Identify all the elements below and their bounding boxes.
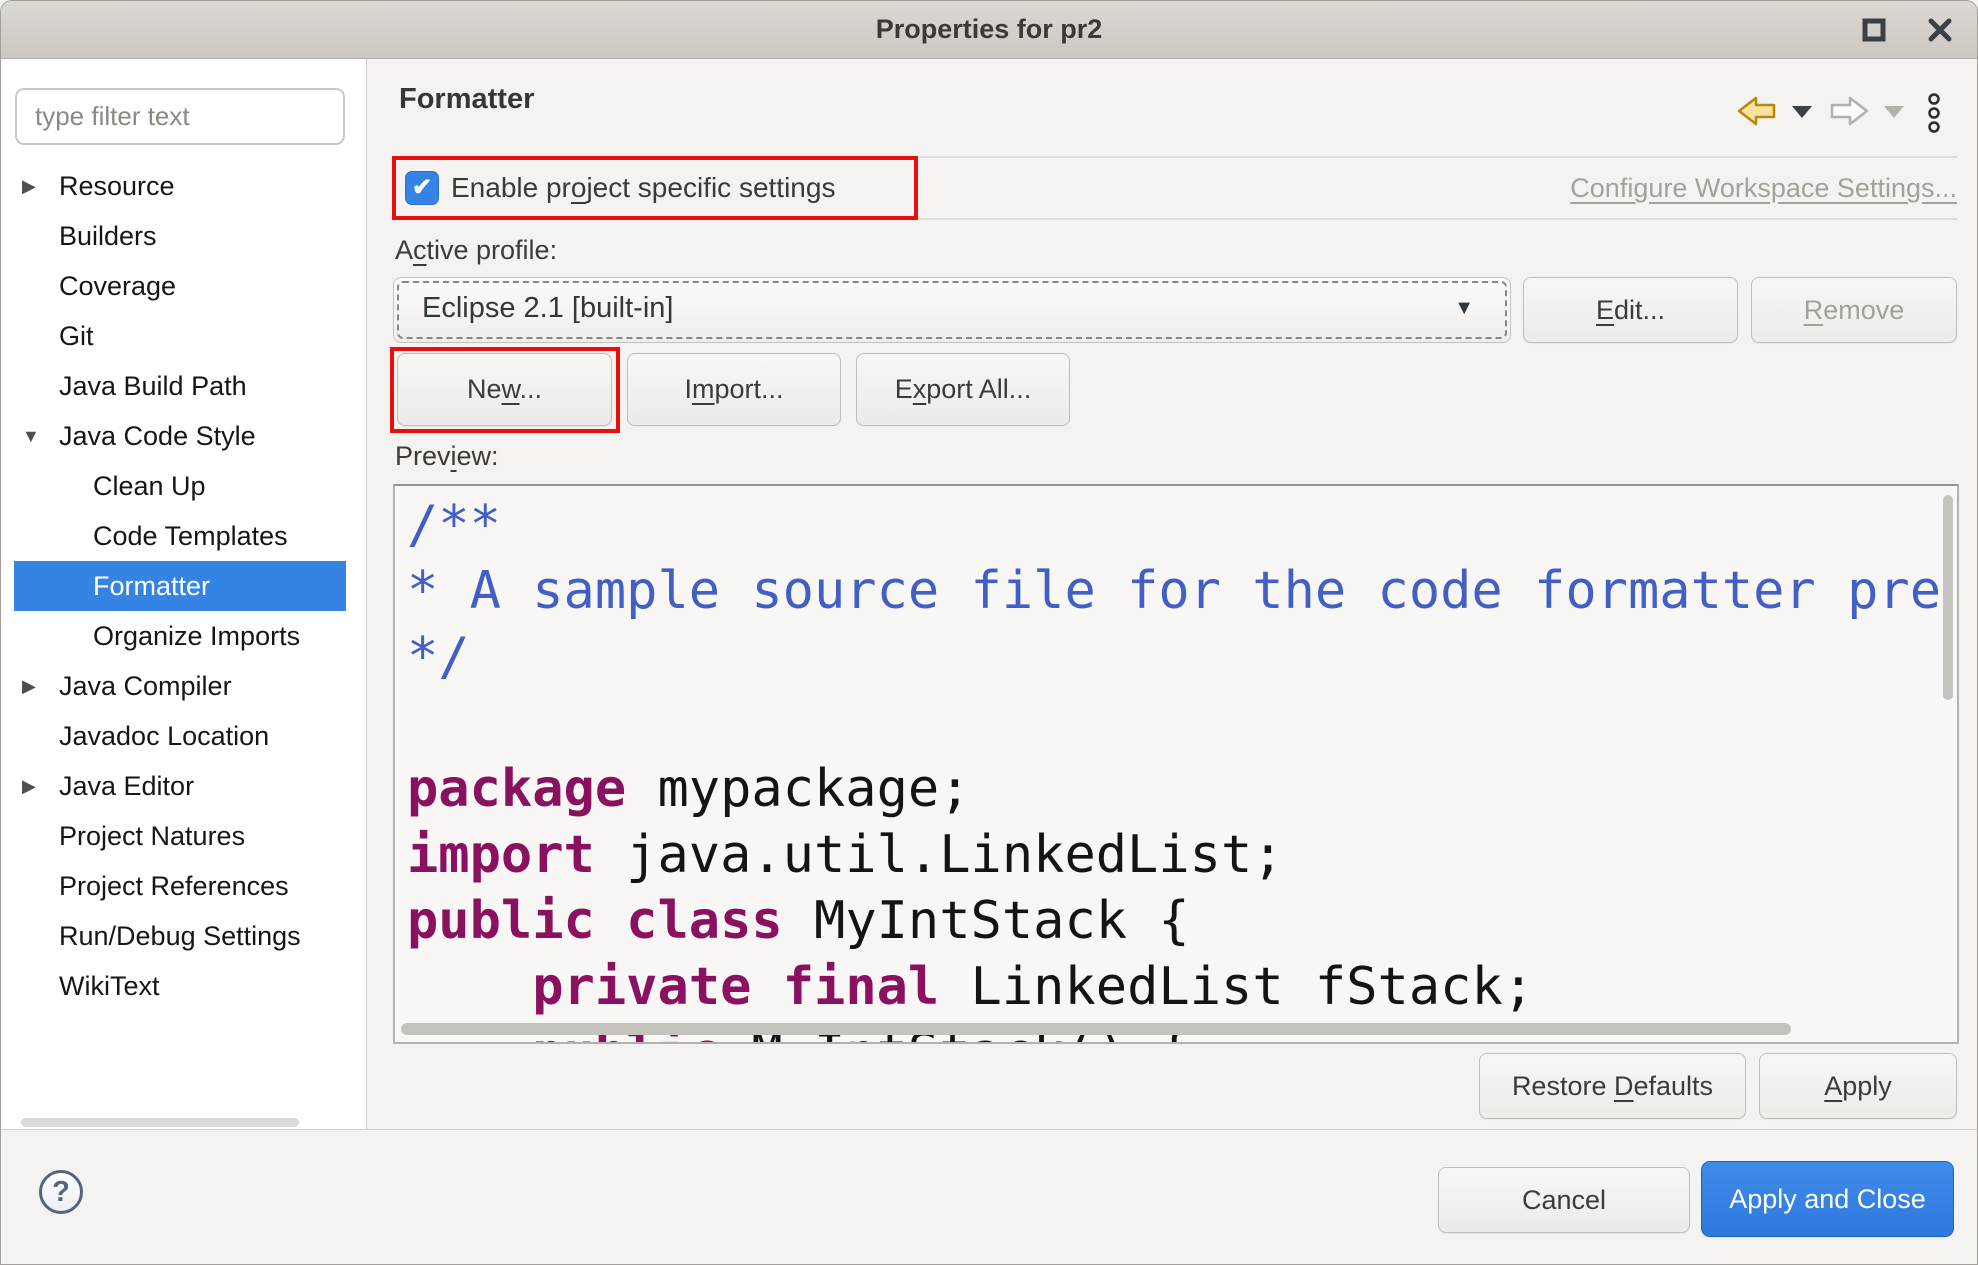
properties-dialog: Properties for pr2 ▶ Resource Builders Cove… bbox=[0, 0, 1978, 1265]
sidebar-item-label: Resource bbox=[59, 171, 175, 202]
apply-button[interactable]: Apply bbox=[1759, 1053, 1957, 1119]
formatter-page: Formatter ✔ Enable project specif bbox=[368, 59, 1978, 1129]
sidebar-item-builders[interactable]: Builders bbox=[14, 211, 346, 261]
close-icon[interactable] bbox=[1925, 15, 1955, 45]
remove-button[interactable]: Remove bbox=[1751, 277, 1957, 343]
preferences-tree: ▶ Resource Builders Coverage Git Java Build P… bbox=[14, 161, 346, 1011]
code-line: private final LinkedList fStack; bbox=[407, 954, 1941, 1020]
chevron-expanded-icon[interactable]: ▼ bbox=[22, 426, 52, 447]
code-line: package mypackage; bbox=[407, 756, 1941, 822]
sidebar-item-java-build-path[interactable]: Java Build Path bbox=[14, 361, 346, 411]
sidebar-item-label: Java Build Path bbox=[59, 371, 247, 402]
enable-project-specific-label[interactable]: Enable project specific settings bbox=[451, 172, 835, 204]
sidebar-item-wikitext[interactable]: WikiText bbox=[14, 961, 346, 1011]
group-separator-top bbox=[393, 156, 1957, 158]
sidebar-item-project-references[interactable]: Project References bbox=[14, 861, 346, 911]
cancel-button[interactable]: Cancel bbox=[1438, 1167, 1690, 1233]
sidebar-item-label: Organize Imports bbox=[93, 621, 300, 652]
sidebar-item-java-editor[interactable]: ▶ Java Editor bbox=[14, 761, 346, 811]
enable-project-specific-checkbox[interactable]: ✔ bbox=[405, 171, 439, 205]
help-icon[interactable]: ? bbox=[39, 1170, 83, 1214]
sidebar-item-label: Git bbox=[59, 321, 94, 352]
sidebar-item-run-debug-settings[interactable]: Run/Debug Settings bbox=[14, 911, 346, 961]
sidebar-item-label: WikiText bbox=[59, 971, 160, 1002]
preview-label: Preview: bbox=[395, 441, 499, 472]
active-profile-value: Eclipse 2.1 [built-in] bbox=[422, 278, 673, 338]
code-line: public class MyIntStack { bbox=[407, 888, 1941, 954]
filter-input[interactable] bbox=[15, 88, 345, 145]
chevron-collapsed-icon[interactable]: ▶ bbox=[22, 176, 52, 197]
sidebar-item-label: Builders bbox=[59, 221, 157, 252]
new-button[interactable]: New... bbox=[397, 353, 612, 426]
sidebar-item-label: Java Compiler bbox=[59, 671, 232, 702]
sidebar-item-label: Project Natures bbox=[59, 821, 245, 852]
sidebar-item-resource[interactable]: ▶ Resource bbox=[14, 161, 346, 211]
sidebar-item-label: Javadoc Location bbox=[59, 721, 269, 752]
sidebar-item-label: Formatter bbox=[93, 571, 210, 602]
sidebar-item-java-code-style[interactable]: ▼ Java Code Style bbox=[14, 411, 346, 461]
sidebar-item-label: Coverage bbox=[59, 271, 176, 302]
sidebar-horizontal-scrollbar[interactable] bbox=[21, 1118, 299, 1127]
view-menu-icon[interactable] bbox=[1927, 93, 1941, 140]
restore-defaults-button[interactable]: Restore Defaults bbox=[1479, 1053, 1746, 1119]
chevron-down-icon: ▼ bbox=[1454, 278, 1474, 338]
maximize-icon[interactable] bbox=[1859, 15, 1889, 45]
titlebar[interactable]: Properties for pr2 bbox=[1, 1, 1977, 59]
code-line bbox=[407, 690, 1941, 756]
sidebar-item-project-natures[interactable]: Project Natures bbox=[14, 811, 346, 861]
checkmark-icon: ✔ bbox=[412, 176, 432, 200]
code-line: */ bbox=[407, 624, 1941, 690]
back-icon[interactable] bbox=[1737, 95, 1777, 132]
sidebar-item-label: Clean Up bbox=[93, 471, 206, 502]
forward-icon[interactable] bbox=[1829, 95, 1869, 132]
import-button[interactable]: Import... bbox=[627, 353, 841, 426]
code-text: /*** A sample source file for the code f… bbox=[407, 492, 1941, 1044]
sidebar-item-label: Code Templates bbox=[93, 521, 288, 552]
code-line: * A sample source file for the code form… bbox=[407, 558, 1941, 624]
preview-horizontal-scrollbar[interactable] bbox=[401, 1023, 1791, 1035]
sidebar-item-label: Run/Debug Settings bbox=[59, 921, 301, 952]
sidebar-item-label: Java Code Style bbox=[59, 421, 256, 452]
sidebar-item-git[interactable]: Git bbox=[14, 311, 346, 361]
sidebar-item-organize-imports[interactable]: Organize Imports bbox=[14, 611, 346, 661]
export-all-button[interactable]: Export All... bbox=[856, 353, 1070, 426]
sidebar-item-clean-up[interactable]: Clean Up bbox=[14, 461, 346, 511]
preview-vertical-scrollbar[interactable] bbox=[1943, 495, 1953, 700]
sidebar-item-coverage[interactable]: Coverage bbox=[14, 261, 346, 311]
footer-separator bbox=[1, 1129, 1977, 1130]
active-profile-select[interactable]: Eclipse 2.1 [built-in] ▼ bbox=[393, 277, 1511, 343]
code-preview[interactable]: /*** A sample source file for the code f… bbox=[393, 484, 1959, 1044]
sidebar-item-formatter[interactable]: Formatter bbox=[14, 561, 346, 611]
page-title: Formatter bbox=[399, 83, 534, 116]
sidebar-item-label: Java Editor bbox=[59, 771, 194, 802]
active-profile-label: Active profile: bbox=[395, 235, 557, 266]
back-history-dropdown-icon[interactable] bbox=[1791, 105, 1813, 124]
edit-button[interactable]: Edit... bbox=[1523, 277, 1738, 343]
sidebar-item-label: Project References bbox=[59, 871, 289, 902]
apply-and-close-button[interactable]: Apply and Close bbox=[1701, 1161, 1954, 1237]
sidebar-item-javadoc-location[interactable]: Javadoc Location bbox=[14, 711, 346, 761]
chevron-collapsed-icon[interactable]: ▶ bbox=[22, 676, 52, 697]
code-line: /** bbox=[407, 492, 1941, 558]
chevron-collapsed-icon[interactable]: ▶ bbox=[22, 776, 52, 797]
sidebar-item-java-compiler[interactable]: ▶ Java Compiler bbox=[14, 661, 346, 711]
preferences-sidebar: ▶ Resource Builders Coverage Git Java Build P… bbox=[1, 59, 367, 1129]
forward-history-dropdown-icon[interactable] bbox=[1883, 105, 1905, 124]
code-line: import java.util.LinkedList; bbox=[407, 822, 1941, 888]
group-separator-bottom bbox=[393, 218, 1957, 220]
configure-workspace-settings-link[interactable]: Configure Workspace Settings... bbox=[1570, 173, 1957, 204]
sidebar-item-code-templates[interactable]: Code Templates bbox=[14, 511, 346, 561]
window-title: Properties for pr2 bbox=[876, 14, 1103, 45]
